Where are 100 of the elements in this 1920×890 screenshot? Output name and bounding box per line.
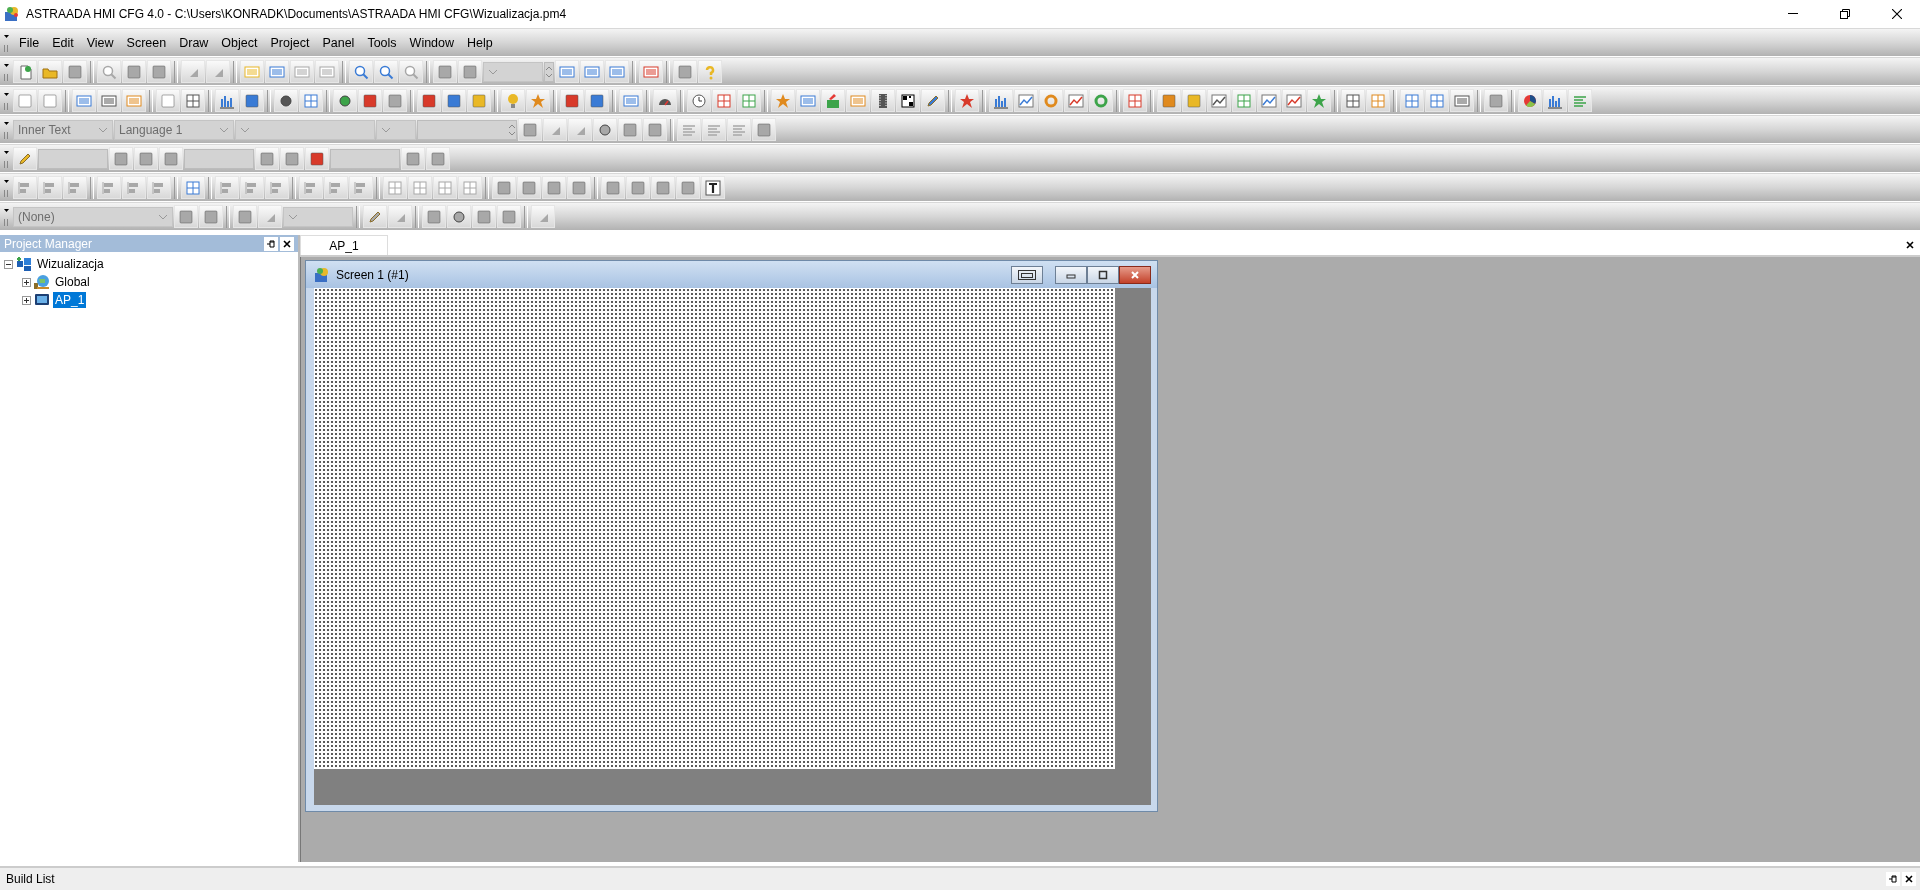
window-icon[interactable] [1454,92,1470,109]
light-bulb-icon[interactable] [505,92,521,109]
square-icon[interactable] [522,121,538,138]
square-icon[interactable] [203,208,219,225]
square-icon[interactable] [605,179,621,196]
grid-icon[interactable] [185,179,201,196]
square-icon[interactable] [655,179,671,196]
square-icon[interactable] [405,150,421,167]
grid-icon[interactable] [387,179,403,196]
image-icon[interactable] [825,92,841,109]
close-button[interactable] [1119,265,1151,284]
menu-item[interactable]: File [13,32,46,53]
text-frame-icon[interactable] [705,179,721,196]
square-icon[interactable] [362,92,378,109]
grid-icon[interactable] [412,179,428,196]
menu-item[interactable]: Edit [46,32,80,53]
square-icon[interactable] [546,179,562,196]
dropdown[interactable] [376,119,416,140]
ring-icon[interactable] [1043,92,1059,109]
square-icon[interactable] [521,179,537,196]
square-icon[interactable] [622,121,638,138]
menu-item[interactable]: Help [461,32,499,53]
square-icon[interactable] [178,208,194,225]
square-icon[interactable] [387,92,403,109]
window-icon[interactable] [609,63,625,80]
window-icon[interactable] [584,63,600,80]
square-icon[interactable] [1161,92,1177,109]
line-chart-icon[interactable] [1286,92,1302,109]
square-icon[interactable] [589,92,605,109]
menu-item[interactable]: Project [264,32,316,53]
grid-icon[interactable] [437,179,453,196]
square-icon[interactable] [437,63,453,80]
square-icon[interactable] [647,121,663,138]
square-icon[interactable] [151,63,167,80]
square-icon[interactable] [471,92,487,109]
grid-icon[interactable] [1345,92,1361,109]
circle-icon[interactable] [337,92,353,109]
square-icon[interactable] [564,92,580,109]
tree-item[interactable]: Global [53,274,92,290]
square-icon[interactable] [244,92,260,109]
menu-item[interactable]: Draw [173,32,215,53]
window-icon[interactable] [800,92,816,109]
expand-button[interactable] [22,277,31,287]
line-chart-icon[interactable] [1261,92,1277,109]
line-chart-icon[interactable] [1018,92,1034,109]
square-icon[interactable] [462,63,478,80]
square-icon[interactable] [126,63,142,80]
magnifier-icon[interactable] [101,63,117,80]
grid-icon[interactable] [303,92,319,109]
grid-icon[interactable] [716,92,732,109]
tree-item[interactable]: AP_1 [53,292,87,308]
square-icon[interactable] [630,179,646,196]
input-field[interactable] [38,148,108,169]
qr-code-icon[interactable] [900,92,916,109]
grid-icon[interactable] [185,92,201,109]
menu-item[interactable]: Tools [361,32,403,53]
dropdown[interactable] [483,61,543,82]
grid-icon[interactable] [462,179,478,196]
dotted-canvas[interactable] [314,288,1115,769]
window-icon[interactable] [294,63,310,80]
magnifier-icon[interactable] [353,63,369,80]
minimize-button[interactable] [1055,265,1087,284]
magnifier-icon[interactable] [378,63,394,80]
line-chart-icon[interactable] [1211,92,1227,109]
grid-icon[interactable] [1236,92,1252,109]
window-icon[interactable] [269,63,285,80]
window-icon[interactable] [850,92,866,109]
line-style-dropdown[interactable]: (None) [13,206,173,227]
window-icon[interactable] [126,92,142,109]
star-icon[interactable] [1311,92,1327,109]
clock-icon[interactable] [691,92,707,109]
square-icon[interactable] [421,92,437,109]
grid-icon[interactable] [1429,92,1445,109]
grid-icon[interactable] [741,92,757,109]
line-chart-icon[interactable] [1068,92,1084,109]
dropdown[interactable] [283,206,353,227]
grid-icon[interactable] [1370,92,1386,109]
ring-icon[interactable] [1093,92,1109,109]
pie-chart-icon[interactable] [1522,92,1538,109]
grid-icon[interactable] [1127,92,1143,109]
square-icon[interactable] [163,150,179,167]
spin-field[interactable] [544,61,554,82]
spin-field[interactable] [417,119,517,140]
input-field[interactable] [330,148,400,169]
star-icon[interactable] [530,92,546,109]
square-icon[interactable] [446,92,462,109]
square-icon[interactable] [138,150,154,167]
menu-item[interactable]: Panel [316,32,361,53]
square-icon[interactable] [1488,92,1504,109]
expand-button[interactable] [22,295,31,305]
circle-icon[interactable] [278,92,294,109]
dropdown[interactable] [235,119,375,140]
maximize-button[interactable] [1087,265,1119,284]
square-icon[interactable] [309,150,325,167]
window-icon[interactable] [244,63,260,80]
window-icon[interactable] [623,92,639,109]
close-button[interactable] [280,236,294,251]
language-dropdown[interactable]: Language 1 [114,119,234,140]
square-icon[interactable] [284,150,300,167]
square-icon[interactable] [476,208,492,225]
